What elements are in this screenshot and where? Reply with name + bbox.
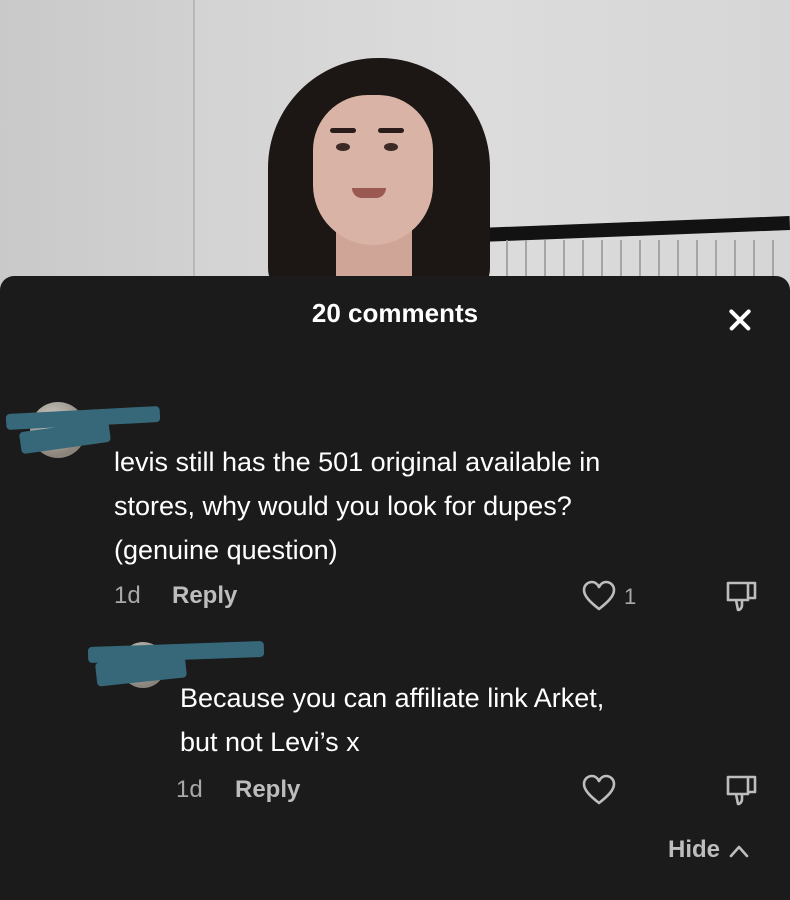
chevron-up-icon xyxy=(729,845,748,857)
background-wall xyxy=(0,0,195,290)
reply-button[interactable]: Reply xyxy=(172,582,237,610)
comment-line: levis still has the 501 original availab… xyxy=(114,447,601,477)
comment-line: stores, why would you look for dupes? xyxy=(114,491,572,521)
comment-line: (genuine question) xyxy=(114,535,338,565)
door-frame xyxy=(193,0,195,290)
comment-age: 1d xyxy=(114,582,141,609)
person-brow-left xyxy=(330,128,356,133)
person-eye-right xyxy=(384,143,398,151)
person-brow-right xyxy=(378,128,404,133)
hide-label: Hide xyxy=(668,836,721,863)
video-frame[interactable] xyxy=(0,0,790,290)
dislike-icon[interactable] xyxy=(724,578,760,614)
heart-icon[interactable] xyxy=(582,580,616,612)
comments-sheet: 20 comments levis still has the 501 orig… xyxy=(0,276,790,900)
hide-replies-button[interactable]: Hide xyxy=(668,836,749,864)
reply-button[interactable]: Reply xyxy=(235,776,300,804)
clothing-rail xyxy=(477,216,790,242)
person-mouth xyxy=(352,188,386,198)
like-count: 1 xyxy=(624,584,637,609)
comment-line: Because you can affiliate link Arket, xyxy=(180,683,605,713)
heart-icon[interactable] xyxy=(582,774,616,806)
person-face xyxy=(313,95,433,245)
hangers xyxy=(478,240,790,280)
comment-line: but not Levi’s x xyxy=(180,727,360,757)
close-icon[interactable] xyxy=(722,302,758,338)
dislike-icon[interactable] xyxy=(724,772,760,808)
comment-age: 1d xyxy=(176,776,203,803)
comment-text: levis still has the 501 original availab… xyxy=(114,440,600,572)
comment-text: Because you can affiliate link Arket, bu… xyxy=(180,676,604,764)
comments-count-title: 20 comments xyxy=(311,298,479,328)
person-eye-left xyxy=(336,143,350,151)
